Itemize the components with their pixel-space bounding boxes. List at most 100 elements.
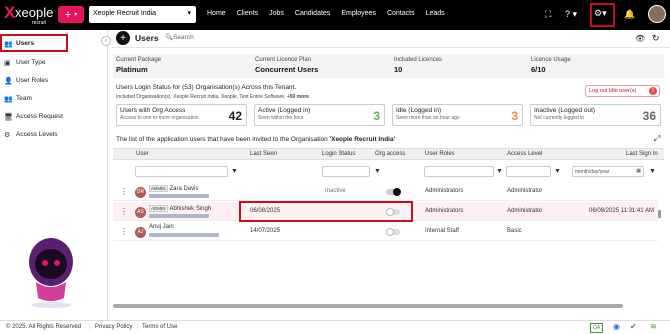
expand-icon[interactable]: ⤢ [654, 134, 660, 144]
horizontal-scrollbar[interactable] [113, 304, 623, 308]
org-access-toggle[interactable] [386, 188, 401, 196]
filter-user[interactable] [135, 166, 228, 177]
sidebar-item-team[interactable]: 👥 Team [4, 92, 104, 105]
filter-login-status[interactable] [322, 166, 370, 177]
card-inactive[interactable]: Inactive (Logged out) Not currently logge… [530, 104, 661, 126]
nav-leads[interactable]: Leads [426, 10, 445, 17]
redacted-email [149, 233, 219, 237]
row-menu-icon[interactable]: ⋮ [120, 227, 128, 236]
usage-info: Licence Usage 6/10 [531, 57, 571, 74]
last-seen: 06/08/2025 [250, 208, 281, 214]
filter-icon[interactable]: ▼ [647, 166, 658, 177]
gear-icon[interactable]: ⚙▾ [594, 8, 607, 19]
card-active[interactable]: Active (Logged in) Seen within the hour 3 [254, 104, 385, 126]
sidebar-item-user-roles[interactable]: 👤 User Roles [4, 74, 104, 87]
col-org-access[interactable]: Org access [375, 151, 405, 157]
sidebar-item-user-type[interactable]: ▣ User Type [4, 56, 104, 69]
last-sign-in: 06/08/2025 11:31:41 AM [589, 208, 654, 214]
status-subtitle: Included Organisation(s): Xeople Recruit… [116, 94, 309, 100]
col-login-status[interactable]: Login Status [322, 151, 355, 157]
collapse-sidebar-button[interactable]: ‹ [101, 36, 111, 46]
access-levels-icon: ⚙ [4, 131, 11, 139]
col-user-roles[interactable]: User Roles [425, 151, 455, 157]
shield-icon[interactable]: ◉ [613, 322, 620, 331]
xeople-logo[interactable]: Xxeople recruit [4, 3, 54, 27]
table-intro: The list of the application users that h… [116, 136, 396, 143]
filter-icon[interactable]: ▼ [552, 166, 563, 177]
col-last-seen[interactable]: Last Seen [250, 151, 277, 157]
user-name[interactable]: ADMIN Abhishek Singh [149, 205, 211, 212]
user-name[interactable]: ADMIN Zara Davis [149, 185, 199, 192]
nav-employees[interactable]: Employees [341, 10, 376, 17]
nav-home[interactable]: Home [207, 10, 226, 17]
card-org-access[interactable]: Users with Org Access Access to one or mo… [116, 104, 247, 126]
user-roles-icon: 👤 [4, 77, 13, 85]
sidebar-item-users[interactable]: 👥 Users [4, 37, 104, 50]
filter-icon[interactable]: ▼ [229, 166, 240, 177]
user-name[interactable]: Anuj Jain [149, 224, 174, 230]
row-menu-icon[interactable]: ⋮ [120, 207, 128, 216]
privacy-policy-link[interactable]: Privacy Policy [95, 324, 132, 330]
page-title: Users [135, 33, 159, 43]
access-level: Administrator [507, 188, 543, 194]
col-access-level[interactable]: Access Level [507, 151, 542, 157]
bell-icon[interactable]: 🔔 [624, 9, 635, 20]
wifi-icon[interactable]: ≋ [650, 322, 657, 331]
check-icon[interactable]: ✔ [630, 322, 637, 331]
sidebar-item-access-request[interactable]: 🖥 Access Request [4, 110, 104, 123]
col-last-sign-in[interactable]: Last Sign In [626, 151, 658, 157]
terms-link[interactable]: Terms of Use [142, 324, 177, 330]
access-level: Basic [507, 228, 522, 234]
filter-icon[interactable]: ▼ [372, 166, 383, 177]
users-icon: 👥 [4, 40, 13, 48]
card-idle[interactable]: Idle (Logged in) Seen more than an hour a… [392, 104, 523, 126]
user-type-icon: ▣ [4, 59, 11, 67]
access-level: Administrator [507, 208, 543, 214]
main-nav: Home Clients Jobs Candidates Employees C… [207, 10, 456, 17]
logout-idle-button[interactable]: Log out Idle user(s)! [585, 85, 660, 97]
package-info: Current Package Platinum [116, 57, 162, 74]
filter-access-level[interactable] [506, 166, 551, 177]
user-role: Internal Staff [425, 228, 459, 234]
avatar: DR [135, 187, 146, 198]
mascot-illustration [29, 238, 73, 308]
quick-add-button[interactable]: + ▾ [58, 6, 84, 23]
vertical-scrollbar[interactable] [658, 210, 661, 218]
filter-user-roles[interactable] [424, 166, 494, 177]
access-request-icon: 🖥 [4, 113, 13, 121]
page-header [112, 30, 670, 48]
nav-contacts[interactable]: Contacts [387, 10, 415, 17]
login-status: Inactive [325, 188, 346, 194]
footer: © 2025. All Rights Reserved | Privacy Po… [0, 320, 670, 334]
eye-icon[interactable]: 👁 [635, 34, 645, 43]
org-access-toggle[interactable] [386, 208, 400, 216]
add-user-button[interactable]: + [116, 31, 130, 45]
sidebar-item-access-levels[interactable]: ⚙ Access Levels [4, 128, 104, 141]
copyright: © 2025. All Rights Reserved [6, 324, 82, 330]
profile-avatar[interactable] [648, 5, 666, 23]
nav-clients[interactable]: Clients [237, 10, 258, 17]
included-info: Included Licences 10 [394, 57, 443, 74]
search-input[interactable]: 🔍Search [165, 33, 194, 41]
plan-info: Current Licence Plan Concurrent Users [255, 57, 319, 74]
team-icon: 👥 [4, 95, 13, 103]
org-access-toggle[interactable] [386, 228, 400, 236]
date-filter-input[interactable]: month/day/year ▦ [572, 166, 644, 177]
nav-candidates[interactable]: Candidates [295, 10, 330, 17]
redacted-email [149, 214, 209, 218]
avatar: AJ [135, 227, 146, 238]
fullscreen-icon[interactable]: ⛶ [545, 9, 551, 20]
filter-icon[interactable]: ▼ [494, 166, 505, 177]
help-icon[interactable]: ? ▾ [565, 9, 577, 20]
more-orgs-link[interactable]: +50 more [287, 94, 309, 100]
user-role: Administrators [425, 188, 464, 194]
calendar-icon: ▦ [636, 168, 641, 174]
row-menu-icon[interactable]: ⋮ [120, 187, 128, 196]
chevron-down-icon: ▾ [187, 10, 191, 17]
organisation-selector[interactable]: Xeople Recruit India ▾ [89, 6, 196, 23]
redacted-email [149, 194, 209, 198]
avatar: AS [135, 207, 146, 218]
refresh-icon[interactable]: ↻ [652, 33, 660, 44]
nav-jobs[interactable]: Jobs [269, 10, 284, 17]
col-user[interactable]: User [136, 151, 149, 157]
